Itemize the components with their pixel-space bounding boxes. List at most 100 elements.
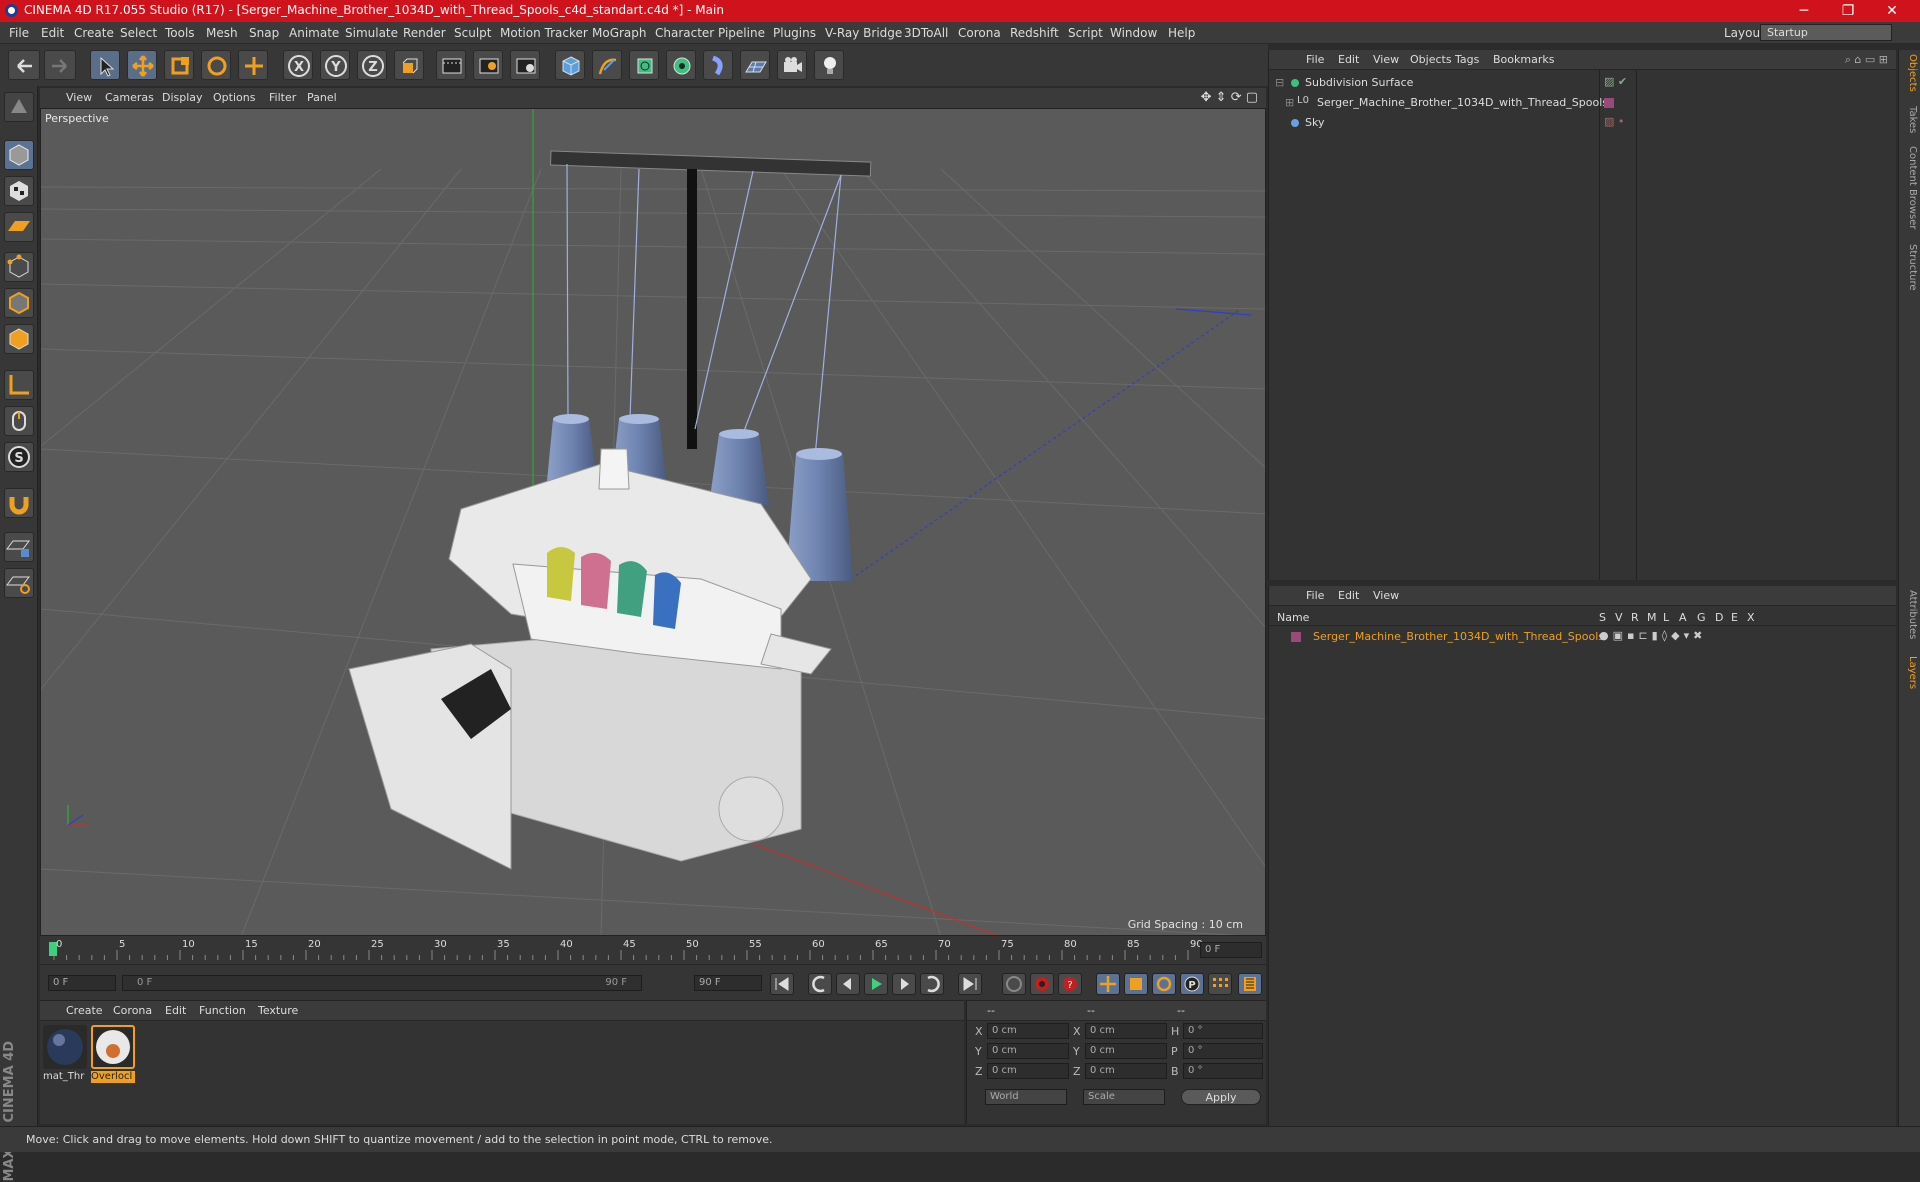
keyframe-selection-button[interactable]: ? [1058, 973, 1082, 995]
material-menu-function[interactable]: Function [199, 1004, 246, 1017]
rotation-h-field[interactable]: 0 ° [1183, 1023, 1263, 1039]
menu-help[interactable]: Help [1168, 26, 1195, 40]
render-view-button[interactable] [436, 50, 466, 80]
object-row[interactable]: ⊟ Subdivision Surface ▨ ✔ [1269, 74, 1896, 94]
points-mode-button[interactable] [4, 252, 34, 282]
objects-menu-objects[interactable]: Objects [1410, 53, 1452, 66]
objects-menu-bookmarks[interactable]: Bookmarks [1493, 53, 1554, 66]
rotate-tool-button[interactable] [201, 50, 231, 80]
transform-tool-button[interactable] [238, 50, 268, 80]
render-picture-viewer-button[interactable] [473, 50, 503, 80]
start-frame-field[interactable]: 0 F [48, 975, 116, 991]
position-x-field[interactable]: 0 cm [987, 1023, 1069, 1039]
magnet-tool-button[interactable] [4, 488, 34, 518]
menu-3dtoall[interactable]: 3DToAll [904, 26, 948, 40]
scale-tool-button[interactable] [164, 50, 194, 80]
layer-flag-icons[interactable]: ●▣▪⊏▮◊◆▾✖ [1599, 629, 1706, 642]
select-tool-button[interactable] [90, 50, 120, 80]
tweak-mode-button[interactable] [4, 406, 34, 436]
key-parameter-button[interactable]: P [1180, 973, 1204, 995]
viewport-menu-cameras[interactable]: Cameras [105, 91, 154, 104]
layer-row[interactable]: Serger_Machine_Brother_1034D_with_Thread… [1269, 628, 1896, 648]
go-to-start-button[interactable] [770, 973, 794, 995]
rotation-b-field[interactable]: 0 ° [1183, 1063, 1263, 1079]
pen-spline-button[interactable] [592, 50, 622, 80]
next-key-button[interactable] [920, 973, 944, 995]
material-menu-corona[interactable]: Corona [113, 1004, 152, 1017]
object-manager-search-icon[interactable]: ⌕ ⌂ ▭ ⊞ [1845, 53, 1888, 67]
material-thumbnail-mat-thr[interactable] [43, 1025, 87, 1069]
axis-mode-button[interactable] [4, 370, 34, 400]
layer-name[interactable]: Serger_Machine_Brother_1034D_with_Thread… [1313, 630, 1604, 643]
go-to-end-button[interactable] [958, 973, 982, 995]
menu-render[interactable]: Render [403, 26, 446, 40]
tab-structure[interactable]: Structure [1902, 244, 1918, 291]
subdivision-surface-button[interactable] [629, 50, 659, 80]
next-frame-button[interactable] [892, 973, 916, 995]
floor-object-button[interactable] [740, 50, 770, 80]
key-rotation-button[interactable] [1152, 973, 1176, 995]
timeline-ruler[interactable]: 0 5 10 15 20 25 30 35 40 45 50 55 60 65 70 75 80 85 90 0 F [40, 936, 1266, 964]
viewport-navigation-icons[interactable]: ✥ ⇕ ⟳ ▢ [1201, 90, 1258, 105]
end-frame-field[interactable]: 90 F [694, 975, 762, 991]
objects-menu-tags[interactable]: Tags [1455, 53, 1479, 66]
position-y-field[interactable]: 0 cm [987, 1043, 1069, 1059]
undo-button[interactable] [8, 50, 40, 80]
texture-mode-button[interactable] [4, 176, 34, 206]
camera-button[interactable] [777, 50, 807, 80]
previous-key-button[interactable] [808, 973, 832, 995]
layers-menu-view[interactable]: View [1373, 589, 1399, 602]
workplane-lock-button[interactable] [4, 532, 34, 562]
object-name[interactable]: Sky [1305, 116, 1324, 129]
previous-frame-button[interactable] [836, 973, 860, 995]
cube-object-button[interactable] [555, 50, 585, 80]
object-name[interactable]: Serger_Machine_Brother_1034D_with_Thread… [1317, 96, 1608, 109]
make-editable-button[interactable] [4, 92, 34, 122]
menu-create[interactable]: Create [74, 26, 114, 40]
viewport-menu-panel[interactable]: Panel [307, 91, 337, 104]
minimize-button[interactable]: ─ [1782, 0, 1826, 22]
restore-button[interactable]: ❐ [1826, 0, 1870, 22]
viewport-menu-options[interactable]: Options [213, 91, 255, 104]
menu-window[interactable]: Window [1110, 26, 1157, 40]
key-position-button[interactable] [1096, 973, 1120, 995]
layers-menu-edit[interactable]: Edit [1338, 589, 1359, 602]
layers-menu-file[interactable]: File [1306, 589, 1324, 602]
scale-z-field[interactable]: 0 cm [1085, 1063, 1167, 1079]
tab-content-browser[interactable]: Content Browser [1902, 146, 1918, 229]
world-coordinates-button[interactable] [394, 50, 424, 80]
z-axis-lock-button[interactable]: Z [357, 50, 387, 80]
record-keys-button[interactable] [1002, 973, 1026, 995]
deformer-button[interactable] [703, 50, 733, 80]
apply-button[interactable]: Apply [1181, 1089, 1261, 1105]
menu-character[interactable]: Character [655, 26, 714, 40]
scale-y-field[interactable]: 0 cm [1085, 1043, 1167, 1059]
current-frame-field[interactable]: 0 F [1200, 942, 1262, 958]
visibility-toggle-icon[interactable]: ▨ • [1604, 115, 1624, 128]
material-menu-edit[interactable]: Edit [165, 1004, 186, 1017]
visibility-toggle-icon[interactable]: ▨ ✔ [1604, 75, 1627, 88]
menu-sculpt[interactable]: Sculpt [454, 26, 491, 40]
coordinate-system-dropdown[interactable]: World [985, 1089, 1067, 1105]
menu-motion-tracker[interactable]: Motion Tracker [500, 26, 588, 40]
key-pla-button[interactable] [1208, 973, 1232, 995]
polygons-mode-button[interactable] [4, 324, 34, 354]
cloner-button[interactable] [666, 50, 696, 80]
tab-objects[interactable]: Objects [1902, 54, 1918, 92]
viewport-menu-view[interactable]: View [66, 91, 92, 104]
tab-layers[interactable]: Layers [1902, 656, 1918, 689]
model-mode-button[interactable] [4, 140, 34, 170]
3d-viewport[interactable]: Perspective Grid Spacing : 10 cm [40, 108, 1266, 936]
menu-plugins[interactable]: Plugins [773, 26, 816, 40]
material-menu-texture[interactable]: Texture [258, 1004, 298, 1017]
object-row[interactable]: ⊞ L0 Serger_Machine_Brother_1034D_with_T… [1269, 94, 1896, 114]
render-settings-button[interactable] [510, 50, 540, 80]
objects-menu-edit[interactable]: Edit [1338, 53, 1359, 66]
menu-mesh[interactable]: Mesh [206, 26, 238, 40]
scale-x-field[interactable]: 0 cm [1085, 1023, 1167, 1039]
menu-simulate[interactable]: Simulate [345, 26, 398, 40]
tab-takes[interactable]: Takes [1902, 106, 1918, 133]
layout-dropdown[interactable]: Startup [1760, 24, 1892, 41]
object-row[interactable]: Sky ▨ • [1269, 114, 1896, 134]
frame-range-slider[interactable]: 0 F 90 F [122, 975, 642, 991]
